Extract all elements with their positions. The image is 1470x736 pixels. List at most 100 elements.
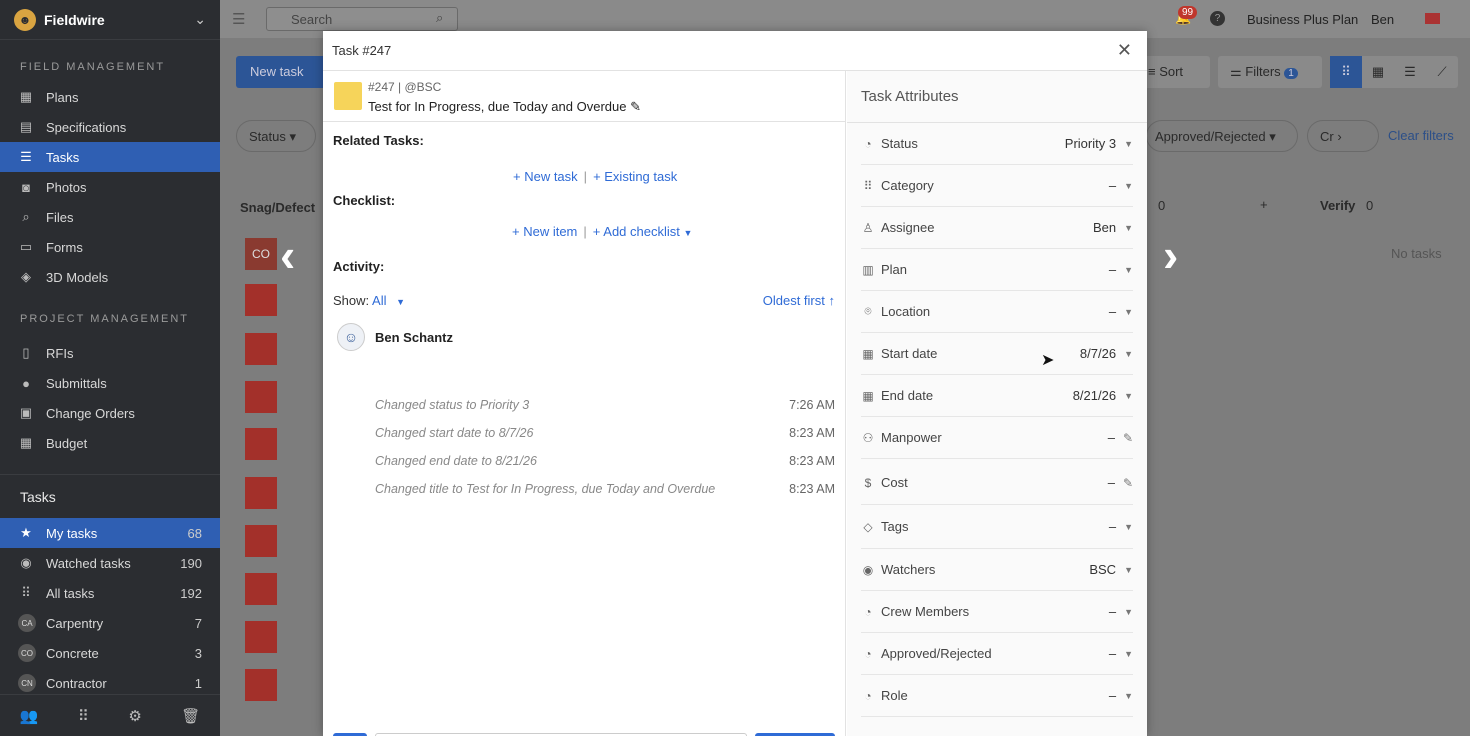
close-icon[interactable]: ✕ bbox=[1117, 40, 1132, 61]
sidebar-item-watched-tasks[interactable]: ◉ Watched tasks 190 bbox=[0, 548, 220, 578]
sidebar-item-all-tasks[interactable]: ⠿ All tasks 192 bbox=[0, 578, 220, 608]
caret-down-icon: ▼ bbox=[1124, 306, 1133, 317]
attribute-crew-members[interactable]: ◔ Crew Members – ▼ bbox=[861, 591, 1133, 633]
new-task-button[interactable]: New task bbox=[236, 56, 336, 88]
sidebar-item-rfis[interactable]: ▯ RFIs bbox=[0, 338, 220, 368]
sidebar-item-files[interactable]: ⌕ Files bbox=[0, 202, 220, 232]
sidebar-item-photos[interactable]: ◙ Photos bbox=[0, 172, 220, 202]
task-card[interactable] bbox=[245, 428, 277, 460]
user-menu[interactable]: Ben bbox=[1371, 12, 1394, 27]
trash-icon[interactable]: 🗑 bbox=[181, 707, 200, 725]
view-toggle-group: ⠿ ▦ ☰ ⟋ bbox=[1330, 56, 1458, 88]
add-checklist-link[interactable]: + Add checklist bbox=[593, 224, 680, 239]
caret-down-icon: ▼ bbox=[1124, 180, 1133, 191]
add-task-icon[interactable]: + bbox=[1260, 197, 1268, 212]
sidebar-item-budget[interactable]: ▦ Budget bbox=[0, 428, 220, 458]
sidebar-item-submittals[interactable]: ● Submittals bbox=[0, 368, 220, 398]
sidebar-item-carpentry[interactable]: CA Carpentry 7 bbox=[0, 608, 220, 638]
task-card[interactable] bbox=[245, 669, 277, 701]
category-swatch[interactable] bbox=[334, 82, 362, 110]
new-task-link[interactable]: + New task bbox=[513, 169, 578, 184]
attribute-assignee[interactable]: ♙ Assignee Ben ▼ bbox=[861, 207, 1133, 249]
sidebar-item-my-tasks[interactable]: ★ My tasks 68 bbox=[0, 518, 220, 548]
attribute-approved-rejected[interactable]: ◔ Approved/Rejected – ▼ bbox=[861, 633, 1133, 675]
sidebar-item-concrete[interactable]: CO Concrete 3 bbox=[0, 638, 220, 668]
attribute-start-date[interactable]: ▦ Start date 8/7/26 ▼ bbox=[861, 333, 1133, 375]
attribute-end-date[interactable]: ▦ End date 8/21/26 ▼ bbox=[861, 375, 1133, 417]
gantt-view-icon[interactable]: ☰ bbox=[1394, 56, 1426, 88]
pencil-icon[interactable]: ✎ bbox=[630, 99, 641, 114]
caret-down-icon: ▼ bbox=[1124, 138, 1133, 149]
calendar-view-icon[interactable]: ▦ bbox=[1362, 56, 1394, 88]
caret-down-icon: ▼ bbox=[1124, 564, 1133, 575]
cost-icon: $ bbox=[864, 475, 872, 490]
attribute-status[interactable]: ◔ Status Priority 3 ▼ bbox=[861, 123, 1133, 165]
sidebar-item-specifications[interactable]: ▤ Specifications bbox=[0, 112, 220, 142]
project-switcher[interactable]: ☻ Fieldwire ⌄ bbox=[0, 0, 220, 40]
sidebar-item-3d-models[interactable]: ◈ 3D Models bbox=[0, 262, 220, 292]
caret-down-icon[interactable]: ▼ bbox=[683, 228, 692, 238]
attribute-watchers[interactable]: ◉ Watchers BSC ▼ bbox=[861, 549, 1133, 591]
attribute-category[interactable]: ⠿ Category – ▼ bbox=[861, 165, 1133, 207]
people-icon[interactable]: 👥 bbox=[20, 707, 39, 725]
status-filter[interactable]: Status ▾ bbox=[236, 120, 316, 152]
flag-icon[interactable] bbox=[1425, 13, 1440, 24]
task-card[interactable] bbox=[245, 381, 277, 413]
calendar-icon: ▦ bbox=[862, 388, 874, 403]
related-tasks-label: Related Tasks: bbox=[333, 133, 424, 148]
created-filter[interactable]: Cr › bbox=[1307, 120, 1379, 152]
task-card[interactable] bbox=[245, 621, 277, 653]
category-avatar: CN bbox=[18, 674, 36, 692]
attribute-location[interactable]: ⌾ Location – ▼ bbox=[861, 291, 1133, 333]
chart-view-icon[interactable]: ⟋ bbox=[1426, 56, 1458, 88]
clear-filters-link[interactable]: Clear filters bbox=[1388, 128, 1454, 143]
attribute-plan[interactable]: ▥ Plan – ▼ bbox=[861, 249, 1133, 291]
task-card[interactable] bbox=[245, 573, 277, 605]
hamburger-icon[interactable]: ☰ bbox=[232, 10, 245, 28]
existing-task-link[interactable]: + Existing task bbox=[593, 169, 677, 184]
grid-icon: ⠿ bbox=[21, 585, 31, 600]
app-name: Fieldwire bbox=[44, 11, 105, 28]
sort-order-toggle[interactable]: Oldest first ↑ bbox=[763, 293, 835, 308]
sidebar-item-change-orders[interactable]: ▣ Change Orders bbox=[0, 398, 220, 428]
pencil-icon[interactable]: ✎ bbox=[1123, 476, 1133, 490]
attribute-manpower[interactable]: ⚇ Manpower – ✎ bbox=[861, 417, 1133, 459]
task-card[interactable] bbox=[245, 284, 277, 316]
category-avatar: CO bbox=[18, 644, 36, 662]
gear-icon[interactable]: ⚙ bbox=[128, 707, 141, 725]
previous-task-arrow-icon[interactable]: ‹ bbox=[280, 228, 295, 282]
task-card[interactable] bbox=[245, 525, 277, 557]
fieldwire-logo-icon: ☻ bbox=[14, 8, 36, 31]
tasks-icon: ☰ bbox=[20, 149, 32, 164]
board-view-icon[interactable]: ⠿ bbox=[1330, 56, 1362, 88]
activity-show-filter[interactable]: Show: All ▼ bbox=[333, 293, 405, 308]
tag-icon: ◇ bbox=[863, 519, 873, 534]
sort-button[interactable]: ≡ Sort bbox=[1138, 56, 1210, 88]
eye-icon: ◉ bbox=[20, 555, 32, 570]
apps-grid-icon[interactable]: ⠿ bbox=[78, 707, 89, 725]
task-modal: Task #247 ✕ #247 | @BSC Test for In Prog… bbox=[323, 31, 1147, 736]
attribute-role[interactable]: ◔ Role – ▼ bbox=[861, 675, 1133, 717]
sidebar-item-plans[interactable]: ▦ Plans bbox=[0, 82, 220, 112]
search-input[interactable]: Search bbox=[266, 7, 458, 31]
sidebar-item-forms[interactable]: ▭ Forms bbox=[0, 232, 220, 262]
star-icon: ★ bbox=[20, 525, 32, 540]
task-title[interactable]: Test for In Progress, due Today and Over… bbox=[368, 99, 641, 115]
pencil-icon[interactable]: ✎ bbox=[1123, 431, 1133, 445]
task-card[interactable] bbox=[245, 477, 277, 509]
task-card[interactable] bbox=[245, 333, 277, 365]
attribute-cost[interactable]: $ Cost – ✎ bbox=[861, 461, 1133, 505]
task-header: #247 | @BSC Test for In Progress, due To… bbox=[323, 71, 845, 122]
chevron-down-icon[interactable]: ⌄ bbox=[194, 11, 206, 28]
search-icon[interactable]: ⌕ bbox=[436, 10, 443, 26]
help-icon[interactable]: ? bbox=[1210, 11, 1225, 26]
new-item-link[interactable]: + New item bbox=[512, 224, 577, 239]
person-icon: ● bbox=[22, 375, 30, 391]
attribute-tags[interactable]: ◇ Tags – ▼ bbox=[861, 505, 1133, 549]
approved-rejected-filter[interactable]: Approved/Rejected ▾ bbox=[1146, 120, 1298, 152]
verify-count: 0 bbox=[1366, 198, 1374, 213]
filters-button[interactable]: ⚌ Filters 1 bbox=[1218, 56, 1322, 88]
sidebar-item-tasks[interactable]: ☰ Tasks bbox=[0, 142, 220, 172]
plan-name[interactable]: Business Plus Plan bbox=[1247, 12, 1358, 27]
next-task-arrow-icon[interactable]: › bbox=[1163, 228, 1178, 282]
